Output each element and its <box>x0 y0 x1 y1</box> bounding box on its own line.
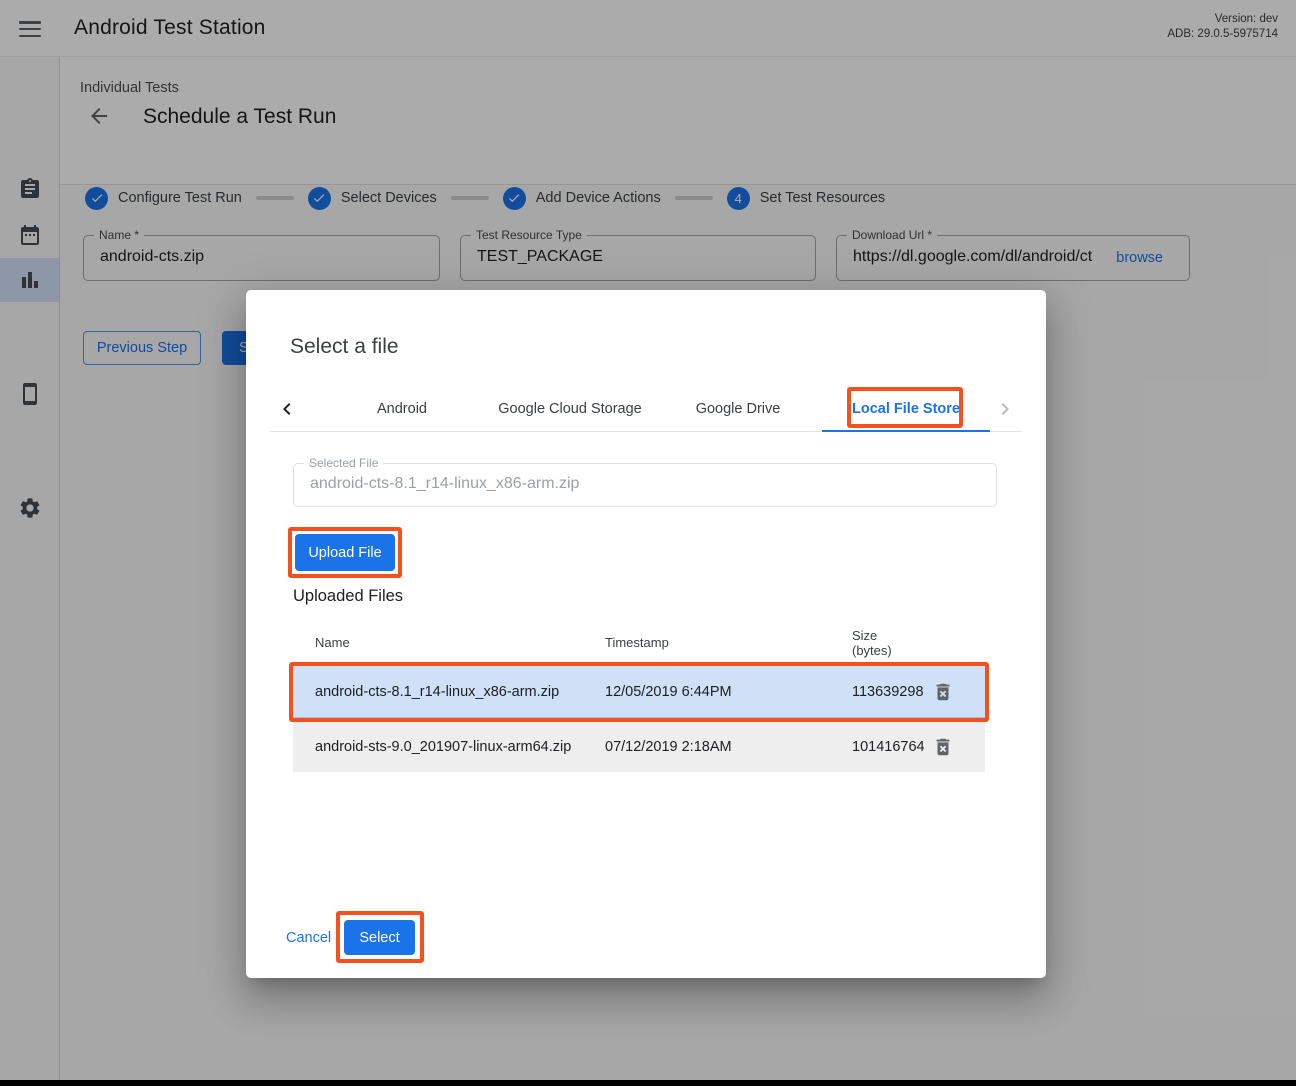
selected-file-label: Selected File <box>304 456 383 470</box>
file-size-cell: 101416764 <box>852 739 922 755</box>
trash-icon <box>932 736 954 758</box>
select-file-dialog: Select a file Android Google Cloud Stora… <box>246 290 1046 978</box>
selected-file-value: android-cts-8.1_r14-linux_x86-arm.zip <box>310 475 982 493</box>
column-header-name: Name <box>293 635 605 650</box>
trash-icon <box>932 681 954 703</box>
delete-file-button[interactable] <box>930 679 956 705</box>
chevron-left-icon <box>275 397 299 421</box>
selected-file-field[interactable]: Selected File android-cts-8.1_r14-linux_… <box>293 463 997 507</box>
tabs-scroll-left-button[interactable] <box>270 385 304 432</box>
file-size-cell: 113639298 <box>852 684 922 700</box>
select-button[interactable]: Select <box>344 920 415 955</box>
table-row[interactable]: android-cts-8.1_r14-linux_x86-arm.zip 12… <box>293 665 985 718</box>
column-header-timestamp: Timestamp <box>605 635 852 650</box>
tab-android[interactable]: Android <box>318 385 486 432</box>
chevron-right-icon <box>993 397 1017 421</box>
uploaded-files-table: Name Timestamp Size (bytes) android-cts-… <box>293 620 985 772</box>
upload-file-button[interactable]: Upload File <box>295 534 395 571</box>
tab-google-drive[interactable]: Google Drive <box>654 385 822 432</box>
file-source-tabbar: Android Google Cloud Storage Google Driv… <box>270 385 1022 432</box>
column-header-size: Size (bytes) <box>852 628 922 658</box>
cancel-button[interactable]: Cancel <box>286 930 331 946</box>
file-timestamp-cell: 12/05/2019 6:44PM <box>605 684 852 700</box>
file-name-cell: android-cts-8.1_r14-linux_x86-arm.zip <box>293 684 605 700</box>
delete-file-button[interactable] <box>930 734 956 760</box>
file-timestamp-cell: 07/12/2019 2:18AM <box>605 739 852 755</box>
tabs-scroll-right-button[interactable] <box>988 385 1022 432</box>
uploaded-files-heading: Uploaded Files <box>293 587 403 606</box>
dialog-title: Select a file <box>290 335 399 359</box>
file-name-cell: android-sts-9.0_201907-linux-arm64.zip <box>293 739 605 755</box>
table-header-row: Name Timestamp Size (bytes) <box>293 620 985 665</box>
tab-local-file-store[interactable]: Local File Store <box>822 385 990 432</box>
tab-google-cloud-storage[interactable]: Google Cloud Storage <box>486 385 654 432</box>
tabs: Android Google Cloud Storage Google Driv… <box>318 385 990 432</box>
active-tab-underline <box>822 430 990 432</box>
table-row[interactable]: android-sts-9.0_201907-linux-arm64.zip 0… <box>293 722 985 772</box>
